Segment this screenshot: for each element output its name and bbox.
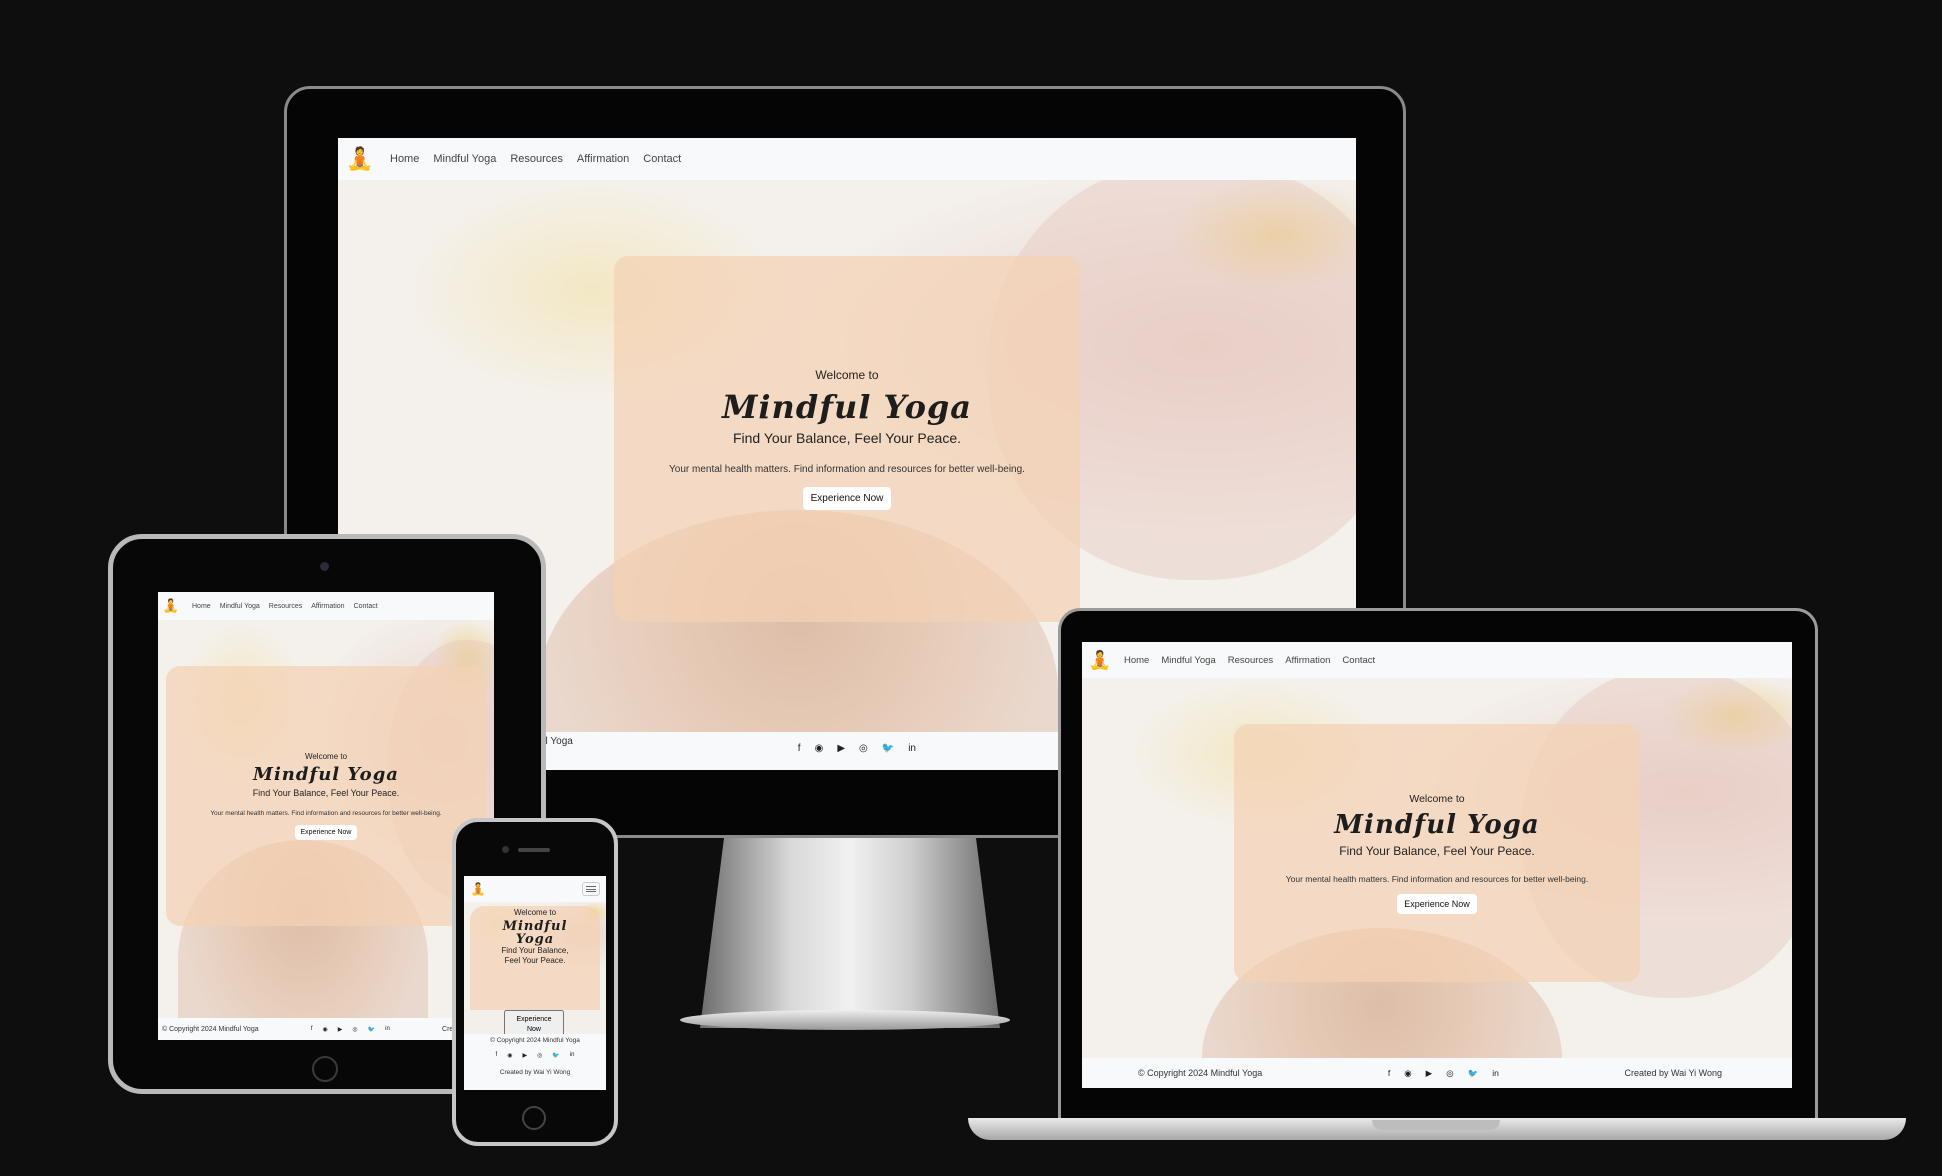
welcome-text: Welcome to <box>304 752 348 761</box>
blurb: Your mental health matters. Find informa… <box>669 464 1025 475</box>
created-by-text: Created by Wai Yi Wong <box>1624 1068 1722 1078</box>
ipad-screen: 🧘 Home Mindful Yoga Resources Affirmatio… <box>158 592 494 1040</box>
copyright-text: © Copyright 2024 Mindful Yoga <box>1138 1068 1263 1078</box>
twitter-icon[interactable]: 🐦 <box>552 1052 559 1059</box>
welcome-text: Welcome to <box>513 908 557 917</box>
nav-resources[interactable]: Resources <box>269 603 302 610</box>
nav-resources[interactable]: Resources <box>510 153 563 165</box>
nav-contact[interactable]: Contact <box>1342 655 1375 666</box>
welcome-text: Welcome to <box>815 368 879 382</box>
facebook-icon[interactable]: f <box>1388 1068 1390 1079</box>
footer: © Copyright 2024 Mindful Yoga f ◉ ▶ ◎ 🐦 … <box>464 1034 606 1090</box>
tagline: Find Your Balance, Feel Your Peace. <box>501 946 569 965</box>
github-icon[interactable]: ◉ <box>1404 1068 1411 1079</box>
nav-mindful-yoga[interactable]: Mindful Yoga <box>433 153 496 165</box>
yoga-logo-icon[interactable]: 🧘 <box>346 145 374 173</box>
nav-affirmation[interactable]: Affirmation <box>1285 655 1330 666</box>
hero-card: Welcome to Mindful Yoga Find Your Balanc… <box>166 666 486 926</box>
copyright-text: © Copyright 2024 Mindful Yoga <box>162 1025 259 1033</box>
brand-title-line2: Yoga <box>515 932 555 947</box>
navbar: 🧘 Home Mindful Yoga Resources Affirmatio… <box>158 592 494 620</box>
facebook-icon[interactable]: f <box>311 1026 313 1033</box>
instagram-icon[interactable]: ◎ <box>1446 1068 1453 1079</box>
imac-foot <box>680 1010 1010 1030</box>
nav-affirmation[interactable]: Affirmation <box>311 603 344 610</box>
hero-card: Welcome to Mindful Yoga Find Your Balanc… <box>470 906 600 1010</box>
nav-links: Home Mindful Yoga Resources Affirmation … <box>192 603 378 610</box>
github-icon[interactable]: ◉ <box>815 743 824 754</box>
macbook-notch <box>1372 1120 1500 1130</box>
nav-home[interactable]: Home <box>390 153 419 165</box>
brand-title: Mindful Yoga <box>1334 809 1540 840</box>
facebook-icon[interactable]: f <box>798 743 801 754</box>
iphone-speaker <box>518 848 550 852</box>
nav-home[interactable]: Home <box>1124 655 1149 666</box>
experience-now-button[interactable]: Experience Now <box>294 825 358 840</box>
youtube-icon[interactable]: ▶ <box>1426 1068 1433 1079</box>
nav-contact[interactable]: Contact <box>643 153 681 165</box>
nav-contact[interactable]: Contact <box>354 603 378 610</box>
social-links: f ◉ ▶ ◎ 🐦 in <box>464 1052 606 1059</box>
hero-section: Welcome to Mindful Yoga Find Your Balanc… <box>1082 678 1792 1058</box>
hero-card: Welcome to Mindful Yoga Find Your Balanc… <box>1234 724 1640 982</box>
youtube-icon[interactable]: ▶ <box>338 1026 343 1033</box>
youtube-icon[interactable]: ▶ <box>522 1052 527 1059</box>
yoga-logo-icon[interactable]: 🧘 <box>470 881 486 897</box>
ipad-home-button <box>312 1056 338 1082</box>
footer: © Copyright 2024 Mindful Yoga f ◉ ▶ ◎ 🐦 … <box>1082 1058 1792 1088</box>
imac-stand <box>700 838 1000 1028</box>
nav-links: Home Mindful Yoga Resources Affirmation … <box>1124 655 1375 666</box>
experience-now-button[interactable]: Experience Now <box>802 487 892 510</box>
nav-links: Home Mindful Yoga Resources Affirmation … <box>390 153 681 165</box>
linkedin-icon[interactable]: in <box>385 1026 390 1033</box>
navbar: 🧘 Home Mindful Yoga Resources Affirmatio… <box>1082 642 1792 678</box>
nav-resources[interactable]: Resources <box>1228 655 1273 666</box>
linkedin-icon[interactable]: in <box>1492 1068 1499 1079</box>
welcome-text: Welcome to <box>1409 792 1465 805</box>
yoga-logo-icon[interactable]: 🧘 <box>162 597 180 615</box>
created-by-text: Created by Wai Yi Wong <box>499 1069 571 1076</box>
twitter-icon[interactable]: 🐦 <box>882 743 894 754</box>
hero-section: Welcome to Mindful Yoga Find Your Balanc… <box>464 902 606 1010</box>
instagram-icon[interactable]: ◎ <box>352 1026 357 1033</box>
hero-section: Welcome to Mindful Yoga Find Your Balanc… <box>158 620 494 1018</box>
github-icon[interactable]: ◉ <box>323 1026 328 1033</box>
tagline: Find Your Balance, Feel Your Peace. <box>1339 843 1535 858</box>
github-icon[interactable]: ◉ <box>507 1052 512 1059</box>
iphone-screen: 🧘 Welcome to Mindful Yoga Find Your Bala… <box>464 876 606 1090</box>
iphone-home-button <box>522 1106 546 1130</box>
brand-title: Mindful Yoga <box>253 764 399 785</box>
nav-mindful-yoga[interactable]: Mindful Yoga <box>220 603 260 610</box>
tagline: Find Your Balance, Feel Your Peace. <box>732 430 962 446</box>
ipad-camera <box>320 562 329 571</box>
youtube-icon[interactable]: ▶ <box>837 743 845 754</box>
twitter-icon[interactable]: 🐦 <box>1468 1068 1479 1079</box>
blurb: Your mental health matters. Find informa… <box>210 810 442 817</box>
nav-affirmation[interactable]: Affirmation <box>577 153 629 165</box>
social-links: f ◉ ▶ ◎ 🐦 in <box>311 1026 390 1033</box>
instagram-icon[interactable]: ◎ <box>537 1052 542 1059</box>
yoga-logo-icon[interactable]: 🧘 <box>1088 648 1112 672</box>
iphone-camera <box>502 846 509 853</box>
brand-title: Mindful Yoga <box>721 388 973 426</box>
social-links: f ◉ ▶ ◎ 🐦 in <box>1388 1068 1499 1079</box>
hamburger-menu-icon[interactable] <box>582 882 600 896</box>
hero-card: Welcome to Mindful Yoga Find Your Balanc… <box>614 256 1080 622</box>
macbook-screen: 🧘 Home Mindful Yoga Resources Affirmatio… <box>1082 642 1792 1088</box>
navbar: 🧘 Home Mindful Yoga Resources Affirmatio… <box>338 138 1356 180</box>
blurb: Your mental health matters. Find informa… <box>1285 873 1589 884</box>
copyright-text: © Copyright 2024 Mindful Yoga <box>490 1037 580 1044</box>
twitter-icon[interactable]: 🐦 <box>368 1026 375 1033</box>
navbar: 🧘 <box>464 876 606 902</box>
footer: © Copyright 2024 Mindful Yoga f ◉ ▶ ◎ 🐦 … <box>158 1018 494 1040</box>
nav-mindful-yoga[interactable]: Mindful Yoga <box>1161 655 1215 666</box>
nav-home[interactable]: Home <box>192 603 211 610</box>
experience-now-button[interactable]: Experience Now <box>1397 893 1477 914</box>
social-links: f ◉ ▶ ◎ 🐦 in <box>798 743 916 754</box>
facebook-icon[interactable]: f <box>496 1052 498 1059</box>
instagram-icon[interactable]: ◎ <box>859 743 868 754</box>
linkedin-icon[interactable]: in <box>908 743 916 754</box>
tagline: Find Your Balance, Feel Your Peace. <box>252 788 400 798</box>
linkedin-icon[interactable]: in <box>570 1052 575 1059</box>
